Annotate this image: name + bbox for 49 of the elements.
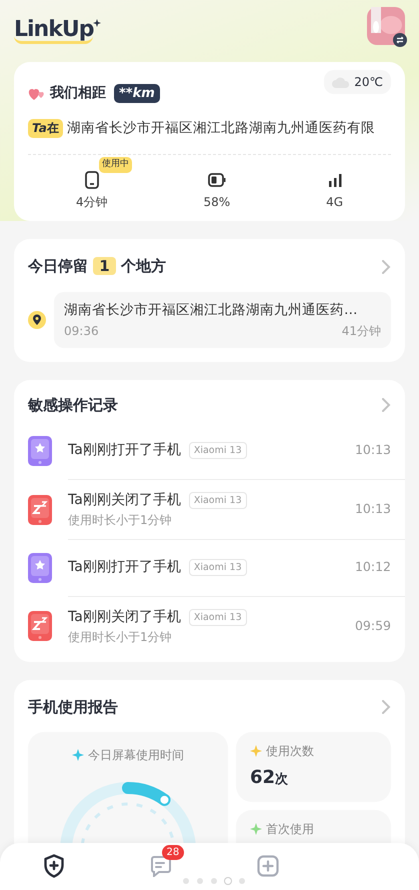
event-time: 10:12	[354, 558, 391, 576]
panel-label: 今日屏幕使用时间	[88, 747, 184, 764]
hearts-icon	[28, 86, 46, 100]
switch-icon[interactable]	[393, 33, 407, 47]
current-address: 湖南省长沙市开福区湘江北路湖南九州通医药有限	[66, 119, 375, 138]
shield-plus-icon[interactable]	[42, 854, 64, 878]
device-tag: Xiaomi 13	[188, 442, 247, 459]
sparkle-icon	[72, 749, 84, 761]
unread-badge: 28	[162, 845, 184, 860]
distance-value: **km	[114, 84, 160, 103]
device-tag: Xiaomi 13	[188, 608, 247, 626]
stat-value: 58%	[204, 194, 230, 212]
phone-sleep-icon	[28, 611, 52, 641]
event-time: 10:13	[354, 500, 391, 518]
section-title: 今日停留 1 个地方	[28, 256, 166, 278]
use-count: 62次	[250, 766, 290, 790]
stat-value: 4分钟	[76, 194, 108, 212]
event-time: 09:59	[354, 616, 391, 635]
event-note: 使用时长小于1分钟	[68, 628, 173, 646]
panel-label: 使用次数	[266, 743, 314, 760]
place-item[interactable]: 湖南省长沙市开福区湘江北路湖南九州通医药… 09:36 41分钟	[54, 292, 391, 348]
avatar[interactable]	[367, 7, 405, 45]
event-title: Ta刚刚关闭了手机	[68, 490, 181, 510]
weather-pill: 20℃	[324, 70, 391, 94]
event-title: Ta刚刚打开了手机	[68, 441, 181, 460]
sparkle-icon	[250, 745, 262, 757]
distance-label: 我们相距	[50, 84, 106, 103]
stat-value: 4G	[326, 194, 344, 212]
app-logo: LinkUp	[14, 18, 94, 44]
section-title: 手机使用报告	[28, 696, 118, 718]
section-title: 敏感操作记录	[28, 395, 118, 416]
panel-label: 首次使用	[266, 821, 314, 838]
location-pin-icon	[28, 310, 46, 329]
event-time: 10:13	[354, 441, 391, 460]
location-tag: Ta在	[28, 118, 63, 138]
signal-icon	[328, 172, 342, 187]
add-icon[interactable]	[256, 854, 278, 877]
sparkle-icon	[93, 18, 104, 28]
status-tag: 使用中	[98, 157, 132, 173]
sparkle-icon	[250, 823, 262, 835]
event-title: Ta刚刚打开了手机	[68, 558, 181, 577]
device-tag: Xiaomi 13	[188, 492, 247, 508]
device-tag: Xiaomi 13	[188, 559, 247, 576]
battery-icon	[208, 172, 226, 187]
event-note: 使用时长小于1分钟	[68, 512, 173, 528]
message-icon[interactable]	[150, 854, 172, 877]
phone-sleep-icon	[28, 494, 52, 524]
phone-icon	[84, 170, 99, 189]
event-title: Ta刚刚关闭了手机	[68, 608, 181, 626]
